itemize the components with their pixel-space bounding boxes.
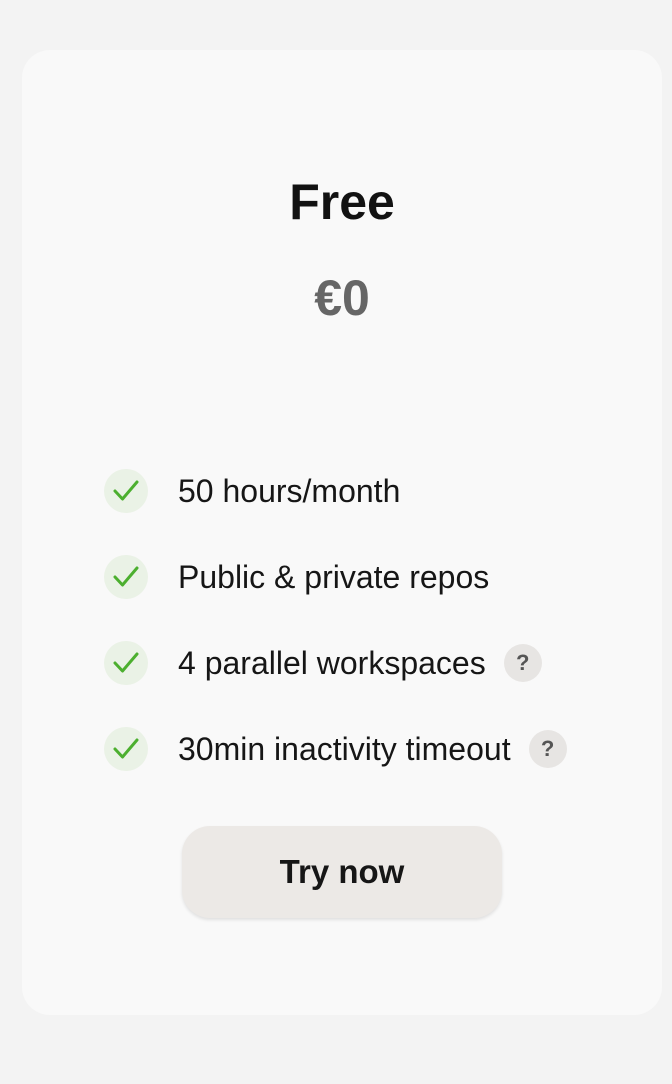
- feature-item: Public & private repos: [104, 554, 664, 600]
- feature-label: 4 parallel workspaces: [178, 645, 486, 681]
- plan-price: €0: [314, 270, 370, 326]
- question-mark-icon[interactable]: ?: [528, 730, 567, 768]
- question-mark-icon[interactable]: ?: [503, 644, 542, 682]
- check-icon: [104, 555, 148, 599]
- try-now-button[interactable]: Try now: [182, 826, 502, 918]
- feature-label: 50 hours/month: [178, 473, 401, 509]
- feature-item: 50 hours/month: [104, 468, 664, 514]
- feature-item: 4 parallel workspaces ?: [104, 640, 664, 686]
- plan-title: Free: [289, 174, 395, 230]
- feature-label: 30min inactivity timeout: [178, 731, 511, 767]
- check-icon: [104, 469, 148, 513]
- feature-label: Public & private repos: [178, 559, 490, 595]
- feature-item: 30min inactivity timeout ?: [104, 726, 664, 772]
- feature-list: 50 hours/month Public & private repos 4 …: [104, 468, 664, 812]
- check-icon: [104, 727, 148, 771]
- check-icon: [104, 641, 148, 685]
